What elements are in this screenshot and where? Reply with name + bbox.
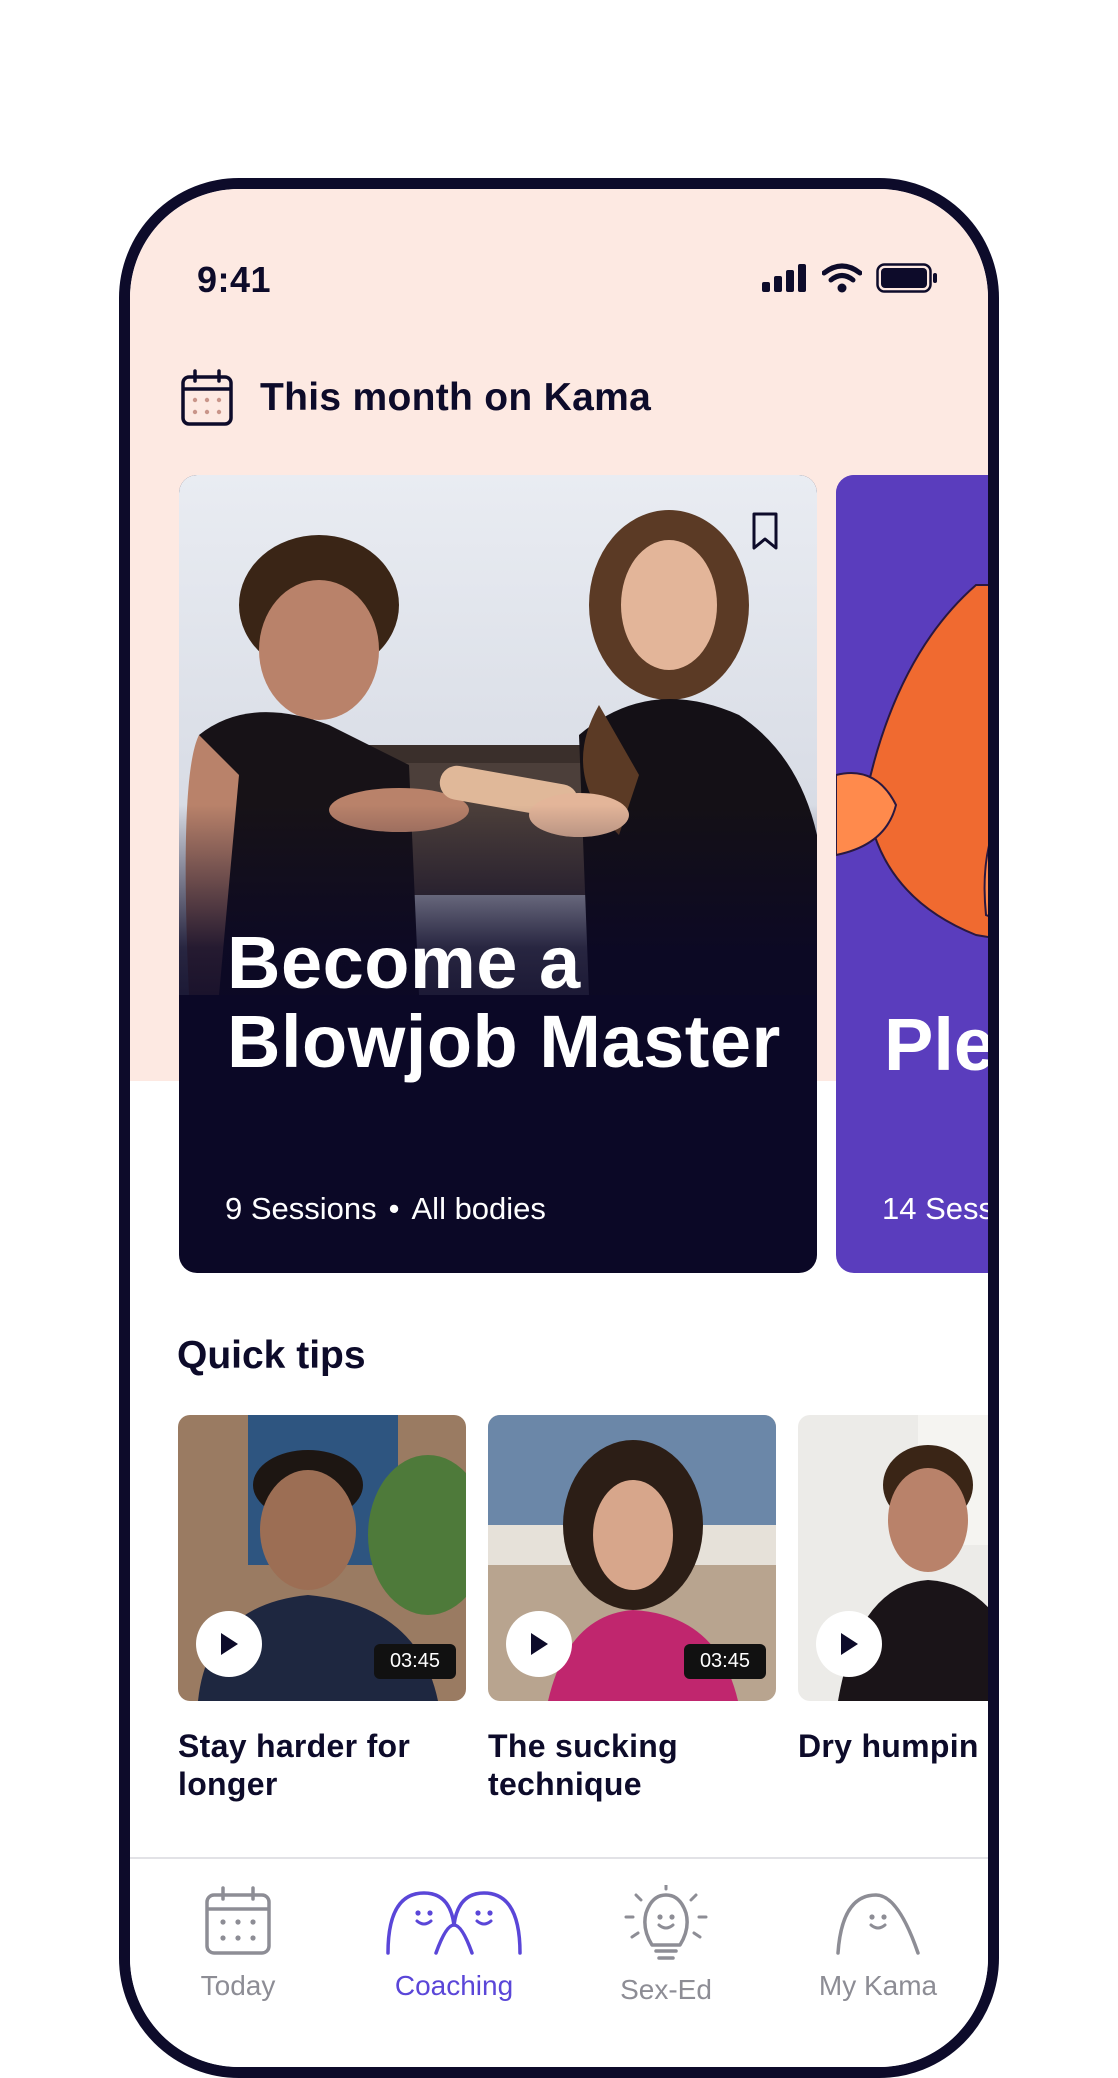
duration-badge: 03:45 [683, 1644, 766, 1679]
lightbulb-icon [624, 1883, 708, 1960]
wifi-icon [822, 263, 862, 293]
card-meta: 9 Sessions • All bodies [225, 1191, 546, 1227]
play-button[interactable] [816, 1611, 882, 1677]
nav-label: Today [200, 1970, 276, 2001]
tip-title: The sucking technique [488, 1728, 679, 1802]
nav-label: Sex-Ed [620, 1974, 712, 2005]
my-kama-icon [836, 1893, 920, 1955]
nav-item-today[interactable]: Today [148, 1885, 328, 2002]
phone-frame: 9:41 This month on Kama Become a Blowjob… [119, 178, 999, 2078]
section-title: This month on Kama [260, 376, 652, 419]
nav-label: Coaching [394, 1970, 514, 2001]
audience-label: All bodies [411, 1191, 546, 1226]
calendar-icon [181, 369, 233, 426]
status-icons [762, 263, 938, 293]
play-icon [531, 1633, 548, 1655]
calendar-icon [205, 1886, 271, 1955]
session-count: 9 Sessions [225, 1191, 377, 1226]
bookmark-icon[interactable] [751, 511, 779, 551]
tip-thumbnail: 03:45 [488, 1415, 776, 1701]
month-header: This month on Kama [180, 369, 651, 427]
play-button[interactable] [196, 1611, 262, 1677]
signal-icon [762, 264, 806, 292]
nav-item-sex-ed[interactable]: Sex-Ed [576, 1883, 756, 2006]
play-icon [841, 1633, 858, 1655]
featured-card[interactable]: Become a Blowjob Master 9 Sessions • All… [179, 475, 817, 1273]
nav-label: My Kama [818, 1970, 938, 2001]
tip-card[interactable]: 03:45 The sucking technique [488, 1415, 776, 1803]
nav-item-my-kama[interactable]: My Kama [788, 1885, 968, 2002]
session-count: 14 Sess [882, 1191, 995, 1226]
nav-item-coaching[interactable]: Coaching [364, 1885, 544, 2002]
bottom-navigation: Today Coaching Sex-Ed My Kama [130, 1857, 988, 2067]
card-title: Ple Per [884, 1003, 996, 1086]
tip-card[interactable]: 03:45 Stay harder for longer [178, 1415, 466, 1803]
tip-card[interactable]: Dry humpin [798, 1415, 988, 1765]
quick-tips-title: Quick tips [177, 1334, 366, 1377]
featured-card[interactable]: Ple Per 14 Sess [836, 475, 996, 1273]
tip-title: Dry humpin [798, 1728, 979, 1764]
tip-title: Stay harder for longer [178, 1728, 411, 1802]
card-illustration [836, 475, 988, 975]
tip-thumbnail: 03:45 [178, 1415, 466, 1701]
battery-icon [876, 263, 937, 293]
status-time: 9:41 [197, 259, 272, 300]
coaching-icon [386, 1891, 522, 1955]
tip-thumbnail [798, 1415, 988, 1701]
meta-separator-dot: • [388, 1191, 400, 1226]
duration-badge: 03:45 [373, 1644, 456, 1679]
play-icon [221, 1633, 238, 1655]
play-button[interactable] [506, 1611, 572, 1677]
card-title: Become a Blowjob Master [227, 921, 781, 1083]
